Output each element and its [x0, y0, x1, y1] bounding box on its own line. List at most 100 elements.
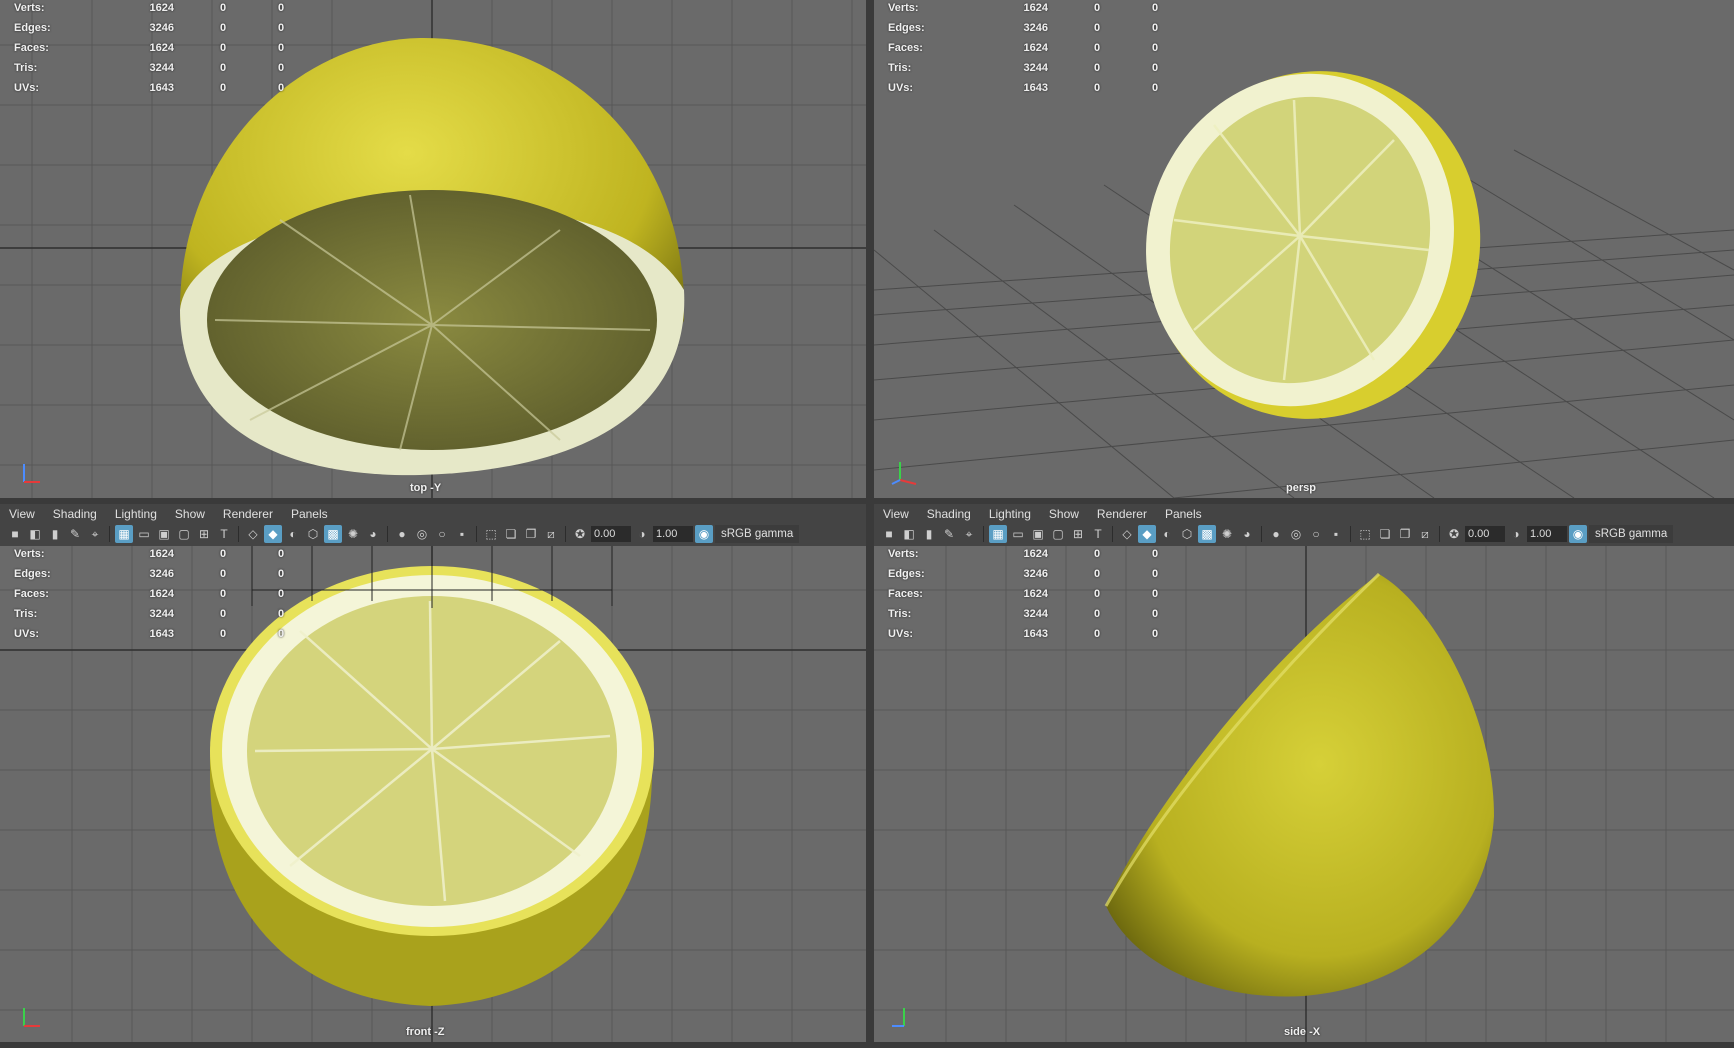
hud-value: 0 — [219, 62, 227, 74]
panel-divider[interactable] — [866, 0, 874, 1048]
xray-joints-icon[interactable]: ❐ — [522, 525, 540, 543]
color-space-select[interactable]: sRGB gamma — [1589, 525, 1674, 543]
gamma-field[interactable]: 1.00 — [1527, 526, 1567, 542]
grid-toggle-icon[interactable]: ⌖ — [86, 525, 104, 543]
hud-value: 0 — [1093, 82, 1101, 94]
menu-view[interactable]: View — [0, 507, 44, 521]
textured-icon[interactable]: ▩ — [324, 525, 342, 543]
wireframe-icon[interactable]: ◇ — [244, 525, 262, 543]
bookmark-icon[interactable]: ▮ — [920, 525, 938, 543]
menu-renderer[interactable]: Renderer — [214, 507, 282, 521]
anti-aliasing-icon[interactable]: ○ — [433, 525, 451, 543]
wireframe-icon[interactable]: ◇ — [1118, 525, 1136, 543]
hud-label: Faces: — [888, 588, 923, 600]
viewport-side[interactable]: Verts: 1624 0 0 Edges: 3246 0 0 Faces: 1624 0 0 T… — [874, 546, 1734, 1042]
camera-attributes-icon[interactable]: ◧ — [26, 525, 44, 543]
hud-value: 0 — [219, 628, 227, 640]
hud-label: Edges: — [14, 568, 51, 580]
default-material-icon[interactable]: ◐ — [284, 525, 302, 543]
isolate-select-icon[interactable]: ⬚ — [1356, 525, 1374, 543]
pencil-icon[interactable]: ✎ — [940, 525, 958, 543]
safe-area-icon[interactable]: ▢ — [175, 525, 193, 543]
hud-value: 1643 — [149, 628, 174, 640]
menu-show[interactable]: Show — [166, 507, 214, 521]
menu-shading[interactable]: Shading — [44, 507, 106, 521]
textured-icon[interactable]: ▩ — [1198, 525, 1216, 543]
resolution-gate-icon[interactable]: ▣ — [155, 525, 173, 543]
depth-of-field-icon[interactable]: ▪ — [1327, 525, 1345, 543]
lights-icon[interactable]: ✺ — [344, 525, 362, 543]
field-chart-icon[interactable]: ⊞ — [195, 525, 213, 543]
menu-view[interactable]: View — [874, 507, 918, 521]
wireframe-on-shaded-icon[interactable]: ⬡ — [304, 525, 322, 543]
xray-icon[interactable]: ❏ — [502, 525, 520, 543]
color-management-icon[interactable]: ◉ — [1569, 525, 1587, 543]
hud-value: 3244 — [149, 608, 174, 620]
hud-label: Verts: — [888, 2, 919, 14]
exposure-icon[interactable]: ✪ — [1445, 525, 1463, 543]
grid-icon[interactable]: ▦ — [115, 525, 133, 543]
bookmark-icon[interactable]: ▮ — [46, 525, 64, 543]
menu-shading[interactable]: Shading — [918, 507, 980, 521]
menu-panels[interactable]: Panels — [1156, 507, 1211, 521]
resolution-gate-icon[interactable]: ▣ — [1029, 525, 1047, 543]
exposure-field[interactable]: 0.00 — [591, 526, 631, 542]
color-space-select[interactable]: sRGB gamma — [715, 525, 800, 543]
gamma-icon[interactable]: ◑ — [1507, 525, 1525, 543]
camera-icon[interactable]: ■ — [6, 525, 24, 543]
camera-icon[interactable]: ■ — [880, 525, 898, 543]
gamma-field[interactable]: 1.00 — [653, 526, 693, 542]
xray-components-icon[interactable]: ⧄ — [1416, 525, 1434, 543]
grid-toggle-icon[interactable]: ⌖ — [960, 525, 978, 543]
gamma-icon[interactable]: ◑ — [633, 525, 651, 543]
menu-renderer[interactable]: Renderer — [1088, 507, 1156, 521]
hud-value: 0 — [277, 548, 285, 560]
film-gate-icon[interactable]: ▭ — [135, 525, 153, 543]
grid-icon[interactable]: ▦ — [989, 525, 1007, 543]
hud-value: 1624 — [1023, 2, 1048, 14]
shadows-icon[interactable]: ◕ — [364, 525, 382, 543]
pencil-icon[interactable]: ✎ — [66, 525, 84, 543]
lights-icon[interactable]: ✺ — [1218, 525, 1236, 543]
motion-blur-icon[interactable]: ◎ — [413, 525, 431, 543]
exposure-icon[interactable]: ✪ — [571, 525, 589, 543]
hud-label: UVs: — [14, 82, 40, 94]
menu-show[interactable]: Show — [1040, 507, 1088, 521]
safe-title-icon[interactable]: T — [1089, 525, 1107, 543]
isolate-select-icon[interactable]: ⬚ — [482, 525, 500, 543]
motion-blur-icon[interactable]: ◎ — [1287, 525, 1305, 543]
separator — [983, 526, 984, 542]
viewport-front[interactable]: Verts: 1624 0 0 Edges: 3246 0 0 Faces: 1624 0 0 T… — [0, 546, 866, 1042]
smooth-shade-icon[interactable]: ◆ — [1138, 525, 1156, 543]
smooth-shade-icon[interactable]: ◆ — [264, 525, 282, 543]
field-chart-icon[interactable]: ⊞ — [1069, 525, 1087, 543]
menu-lighting[interactable]: Lighting — [980, 507, 1040, 521]
hud-label: Edges: — [888, 568, 925, 580]
default-material-icon[interactable]: ◐ — [1158, 525, 1176, 543]
menu-lighting[interactable]: Lighting — [106, 507, 166, 521]
hud-value: 0 — [1093, 22, 1101, 34]
xray-icon[interactable]: ❏ — [1376, 525, 1394, 543]
safe-title-icon[interactable]: T — [215, 525, 233, 543]
film-gate-icon[interactable]: ▭ — [1009, 525, 1027, 543]
exposure-field[interactable]: 0.00 — [1465, 526, 1505, 542]
hud-value: 0 — [219, 2, 227, 14]
color-management-icon[interactable]: ◉ — [695, 525, 713, 543]
ambient-occlusion-icon[interactable]: ● — [393, 525, 411, 543]
wireframe-on-shaded-icon[interactable]: ⬡ — [1178, 525, 1196, 543]
viewport-top[interactable]: Verts: 1624 0 0 Edges: 3246 0 0 Faces: 1624 0 0 T… — [0, 0, 866, 498]
hud-value: 3246 — [149, 568, 174, 580]
shadows-icon[interactable]: ◕ — [1238, 525, 1256, 543]
anti-aliasing-icon[interactable]: ○ — [1307, 525, 1325, 543]
xray-components-icon[interactable]: ⧄ — [542, 525, 560, 543]
viewport-persp[interactable]: Verts: 1624 0 0 Edges: 3246 0 0 Faces: 1624 0 0 T… — [874, 0, 1734, 498]
ambient-occlusion-icon[interactable]: ● — [1267, 525, 1285, 543]
menu-panels[interactable]: Panels — [282, 507, 337, 521]
hud-value: 0 — [1151, 22, 1159, 34]
xray-joints-icon[interactable]: ❐ — [1396, 525, 1414, 543]
safe-area-icon[interactable]: ▢ — [1049, 525, 1067, 543]
camera-attributes-icon[interactable]: ◧ — [900, 525, 918, 543]
hud-value: 3244 — [1023, 62, 1048, 74]
hud-value: 0 — [1093, 588, 1101, 600]
depth-of-field-icon[interactable]: ▪ — [453, 525, 471, 543]
